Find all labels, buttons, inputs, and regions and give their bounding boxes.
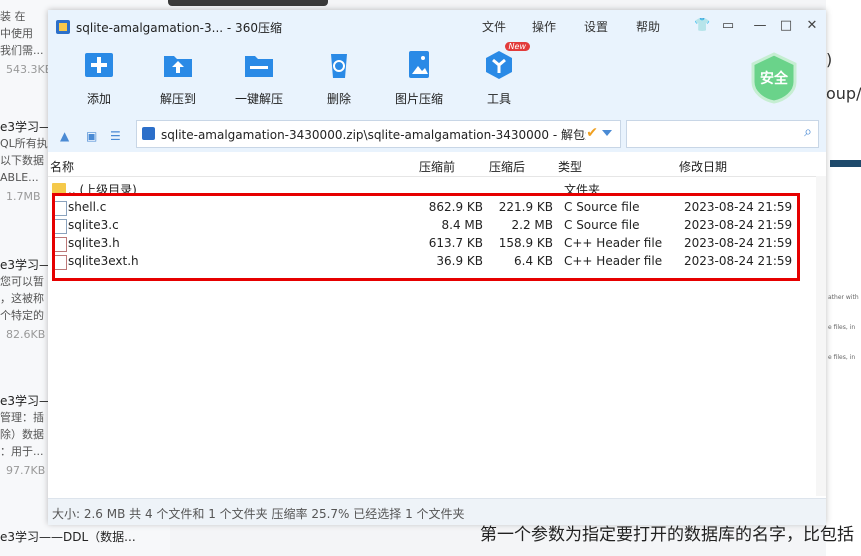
article-image-text: e files, in	[828, 324, 856, 331]
background-tab	[168, 0, 328, 6]
list-item-title[interactable]: e3学习——DDL（数据...	[0, 528, 170, 545]
path-text: sqlite-amalgamation-3430000.zip\sqlite-a…	[161, 128, 586, 142]
red-annotation-box	[52, 193, 800, 281]
minimize-icon[interactable]: —	[752, 18, 768, 34]
column-date[interactable]: 修改日期	[679, 158, 727, 175]
column-after[interactable]: 压缩后	[489, 158, 525, 175]
article-image-text: e files, in	[828, 354, 856, 361]
one-click-extract-button[interactable]: 一键解压	[224, 48, 294, 107]
article-image-text: ather with	[828, 294, 859, 301]
extract-to-button[interactable]: 解压到	[143, 48, 213, 107]
search-icon[interactable]: ⌕	[804, 124, 812, 140]
status-text: 大小: 2.6 MB 共 4 个文件和 1 个文件夹 压缩率 25.7% 已经选…	[52, 507, 465, 521]
safe-label: 安全	[760, 71, 788, 87]
article-text: )	[826, 50, 833, 69]
status-bar: 大小: 2.6 MB 共 4 个文件和 1 个文件夹 压缩率 25.7% 已经选…	[48, 498, 826, 525]
add-label: 添加	[86, 92, 111, 106]
toolbar: 添加 解压到 一键解压 删除 图片压缩 New 工具 安全	[48, 42, 826, 116]
window-title: sqlite-amalgamation-3... - 360压缩	[76, 21, 282, 35]
safe-shield-button[interactable]: 安全	[748, 52, 800, 104]
path-field[interactable]: sqlite-amalgamation-3430000.zip\sqlite-a…	[136, 120, 621, 148]
tools-button[interactable]: New 工具	[464, 42, 534, 107]
menu-file[interactable]: 文件	[482, 18, 506, 35]
archive-window: sqlite-amalgamation-3... - 360压缩 文件 操作 设…	[48, 10, 826, 525]
delete-icon	[322, 48, 356, 82]
chevron-down-icon[interactable]	[602, 130, 612, 136]
title-bar[interactable]: sqlite-amalgamation-3... - 360压缩 文件 操作 设…	[48, 10, 826, 44]
thumbnail-view-icon[interactable]: ▣	[86, 129, 97, 143]
column-name[interactable]: 名称	[50, 158, 74, 175]
address-bar: ▲ ▣ ☰ sqlite-amalgamation-3430000.zip\sq…	[48, 116, 826, 152]
menu-settings[interactable]: 设置	[584, 18, 608, 35]
skin-icon[interactable]: 👕	[694, 18, 710, 34]
up-arrow-icon[interactable]: ▲	[60, 129, 69, 143]
image-compress-label: 图片压缩	[394, 92, 443, 106]
extract-to-label: 解压到	[159, 92, 196, 106]
tools-icon: New	[482, 42, 530, 82]
image-compress-button[interactable]: 图片压缩	[384, 48, 454, 107]
delete-button[interactable]: 删除	[304, 48, 374, 107]
list-view-icon[interactable]: ☰	[110, 129, 121, 143]
menu-operation[interactable]: 操作	[532, 18, 556, 35]
extract-to-icon	[161, 48, 195, 82]
column-type[interactable]: 类型	[558, 158, 582, 175]
add-icon	[82, 48, 116, 82]
column-header: 名称 压缩前 压缩后 类型 修改日期	[48, 154, 826, 177]
archive-app-icon	[56, 20, 70, 34]
one-click-extract-icon	[242, 48, 276, 82]
background-article: ) oup/p ather with e files, in e files, …	[826, 0, 861, 556]
maximize-icon[interactable]: □	[778, 18, 794, 34]
feedback-icon[interactable]: ▭	[720, 18, 736, 34]
image-compress-icon	[402, 48, 436, 82]
archive-icon	[142, 127, 155, 140]
one-click-extract-label: 一键解压	[234, 92, 283, 106]
article-text: oup/p	[826, 84, 861, 103]
add-button[interactable]: 添加	[64, 48, 134, 107]
search-input[interactable]: ⌕	[626, 120, 819, 148]
tools-label: 工具	[486, 92, 511, 106]
delete-label: 删除	[326, 92, 351, 106]
column-before[interactable]: 压缩前	[419, 158, 455, 175]
check-icon: ✔	[586, 125, 598, 141]
article-image-bar	[830, 160, 861, 167]
vertical-scrollbar[interactable]	[816, 176, 826, 496]
menu-help[interactable]: 帮助	[636, 18, 660, 35]
close-icon[interactable]: ✕	[804, 18, 820, 34]
new-badge: New	[504, 42, 530, 51]
